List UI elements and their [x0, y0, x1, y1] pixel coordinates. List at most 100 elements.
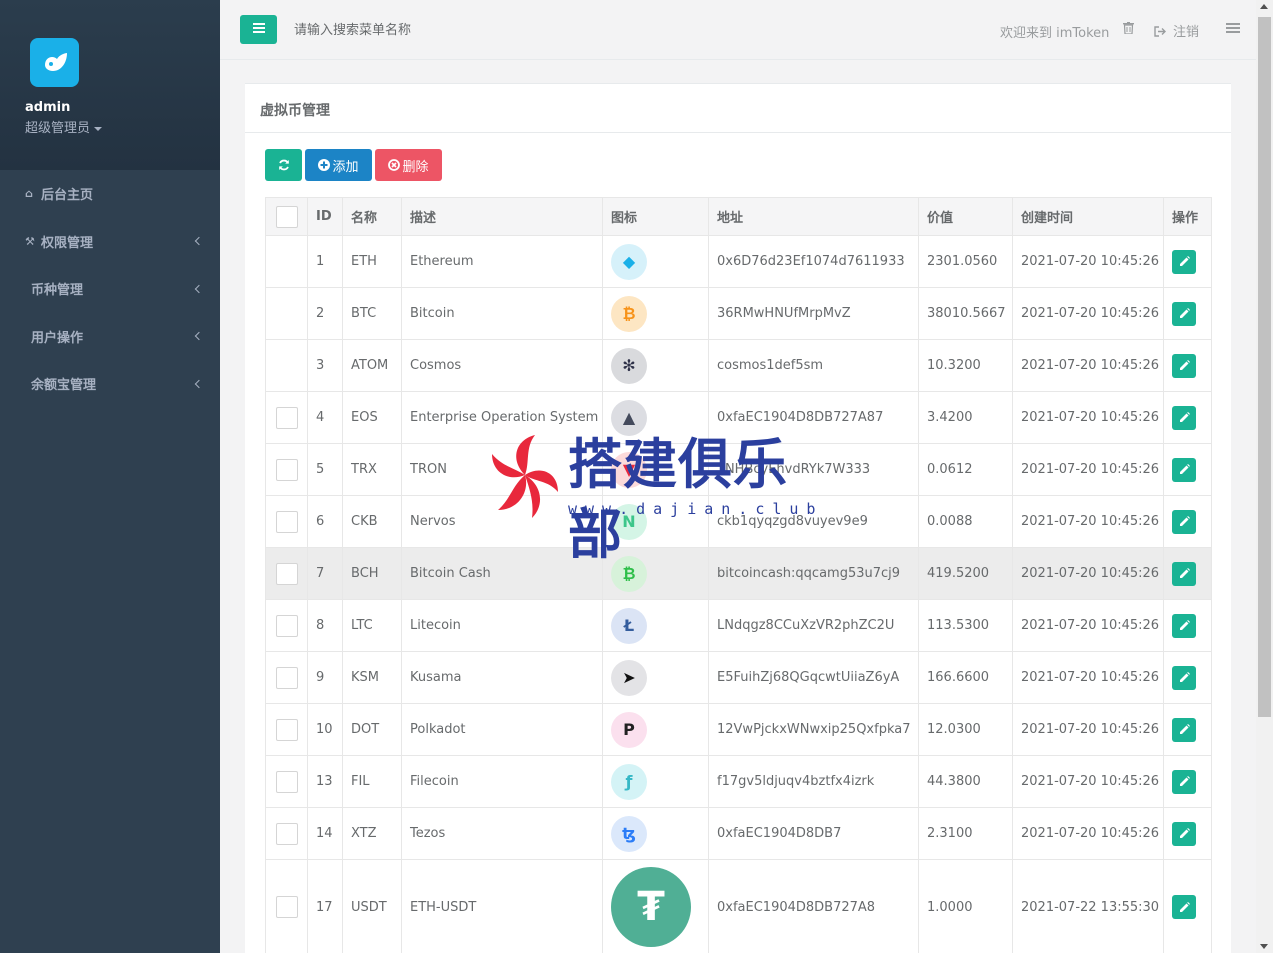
- cell-description: Bitcoin: [401, 287, 603, 340]
- scroll-thumb[interactable]: [1258, 17, 1271, 717]
- menu-icon: [252, 22, 265, 37]
- cell-value: 2.3100: [918, 807, 1013, 860]
- table-row[interactable]: 7 BCH Bitcoin Cash ₿ bitcoincash:qqcamg53u7c…: [265, 547, 1212, 600]
- table-row[interactable]: 1 ETH Ethereum ◆ 0x6D76d23Ef1074d7611933 2301…: [265, 235, 1212, 288]
- table-row[interactable]: 4 EOS Enterprise Operation System ▲ 0xfaEC19…: [265, 391, 1212, 444]
- table-row[interactable]: 9 KSM Kusama ➤ E5FuihZj68QGqcwtUiiaZ6yA 166.6…: [265, 651, 1212, 704]
- table-row[interactable]: 2 BTC Bitcoin ₿ 36RMwHNUfMrpMvZ 38010.5667 202…: [265, 287, 1212, 340]
- add-button[interactable]: 添加: [305, 149, 372, 181]
- sidebar-item-0[interactable]: ⌂ 后台主页: [0, 170, 220, 218]
- column-header-actions: 操作: [1163, 197, 1212, 236]
- edit-button[interactable]: [1172, 353, 1196, 378]
- page-scrollbar[interactable]: [1256, 0, 1273, 953]
- profile-role-dropdown[interactable]: 超级管理员: [25, 117, 220, 136]
- column-header-value[interactable]: 价值: [918, 197, 1013, 236]
- plus-circle-icon: [318, 159, 331, 171]
- cell-id: 4: [307, 391, 343, 444]
- cell-description: Litecoin: [401, 599, 603, 652]
- column-header-id[interactable]: ID: [307, 197, 343, 236]
- table-row[interactable]: 3 ATOM Cosmos ✻ cosmos1def5sm 10.3200 2021-07-…: [265, 339, 1212, 392]
- table-row[interactable]: 5 TRX TRON ▼ TNHBcyEhvdRYk7W333 0.0612 2021-07…: [265, 443, 1212, 496]
- table-row[interactable]: 17 USDT ETH-USDT ₮ 0xfaEC1904D8DB727A8 1.0000…: [265, 859, 1212, 953]
- trx-coin-icon: ▼: [611, 451, 647, 488]
- table-body: 1 ETH Ethereum ◆ 0x6D76d23Ef1074d7611933 2301…: [265, 235, 1212, 953]
- edit-button[interactable]: [1172, 665, 1196, 690]
- menu-toggle-button[interactable]: [240, 15, 277, 44]
- edit-button[interactable]: [1172, 509, 1196, 534]
- row-checkbox[interactable]: [275, 770, 298, 793]
- cell-value: 113.5300: [918, 599, 1013, 652]
- edit-button[interactable]: [1172, 821, 1196, 846]
- row-select-cell: [265, 391, 308, 444]
- edit-button[interactable]: [1172, 457, 1196, 482]
- cell-icon: ƒ: [602, 755, 709, 808]
- delete-button[interactable]: 删除: [375, 149, 442, 181]
- select-all-checkbox[interactable]: [275, 205, 298, 228]
- row-checkbox[interactable]: [275, 614, 298, 637]
- cell-icon: ₿: [602, 287, 709, 340]
- profile-header: admin 超级管理员: [0, 0, 220, 170]
- sidebar-item-4[interactable]: 余额宝管理: [0, 360, 220, 408]
- cell-name: USDT: [342, 859, 402, 953]
- table-row[interactable]: 14 XTZ Tezos ꜩ 0xfaEC1904D8DB7 2.3100 2021-07-…: [265, 807, 1212, 860]
- cell-created-time: 2021-07-20 10:45:26: [1012, 443, 1164, 496]
- table-row[interactable]: 8 LTC Litecoin Ł LNdqgz8CCuXzVR2phZC2U 113.53…: [265, 599, 1212, 652]
- column-header-created-time[interactable]: 创建时间: [1012, 197, 1164, 236]
- sidebar-item-1[interactable]: ⚒ 权限管理: [0, 218, 220, 266]
- chevron-left-icon: [194, 284, 204, 293]
- row-checkbox[interactable]: [275, 666, 298, 689]
- row-checkbox[interactable]: [275, 458, 298, 481]
- table-row[interactable]: 10 DOT Polkadot P 12VwPjckxWNwxip25Qxfpka7 12…: [265, 703, 1212, 756]
- clear-cache-button[interactable]: [1123, 22, 1134, 38]
- btc-coin-icon: ₿: [611, 295, 647, 332]
- edit-button[interactable]: [1172, 895, 1196, 919]
- row-checkbox[interactable]: [275, 510, 298, 533]
- row-select-cell: [265, 235, 308, 288]
- column-header-address[interactable]: 地址: [708, 197, 919, 236]
- logout-link[interactable]: 注销: [1154, 21, 1199, 40]
- row-select-cell: [265, 547, 308, 600]
- edit-button[interactable]: [1172, 613, 1196, 638]
- edit-button[interactable]: [1172, 301, 1196, 326]
- row-checkbox[interactable]: [275, 822, 298, 845]
- column-header-icon[interactable]: 图标: [602, 197, 709, 236]
- scroll-down-arrow-icon[interactable]: [1260, 944, 1268, 949]
- row-checkbox[interactable]: [275, 562, 298, 585]
- table-row[interactable]: 6 CKB Nervos Nckb1qyqzgd8vuyev9e9 0.0088 2021…: [265, 495, 1212, 548]
- cell-actions: [1163, 859, 1212, 953]
- cell-id: 17: [307, 859, 343, 953]
- cell-address: 0x6D76d23Ef1074d7611933: [708, 235, 919, 288]
- edit-button[interactable]: [1172, 249, 1196, 274]
- caret-down-icon: [94, 126, 103, 131]
- row-checkbox[interactable]: [275, 406, 298, 429]
- cell-icon: ◆: [602, 235, 709, 288]
- welcome-text: 欢迎来到 imToken: [1000, 26, 1110, 41]
- right-sidebar-toggle[interactable]: [1226, 23, 1240, 35]
- atom-coin-icon: ✻: [611, 347, 647, 384]
- column-header-name[interactable]: 名称: [342, 197, 402, 236]
- edit-button[interactable]: [1172, 405, 1196, 430]
- row-checkbox[interactable]: [275, 896, 298, 918]
- refresh-button[interactable]: [265, 149, 302, 181]
- cell-description: TRON: [401, 443, 603, 496]
- cell-address: 0xfaEC1904D8DB7: [708, 807, 919, 860]
- cell-actions: [1163, 599, 1212, 652]
- app-logo[interactable]: [30, 38, 79, 87]
- cell-icon: ➤: [602, 651, 709, 704]
- sidebar-item-2[interactable]: 币种管理: [0, 265, 220, 313]
- cell-id: 5: [307, 443, 343, 496]
- cell-name: EOS: [342, 391, 402, 444]
- table-row[interactable]: 13 FIL Filecoin ƒ f17gv5ldjuqv4bztfx4izrk 44.…: [265, 755, 1212, 808]
- menu-search-input[interactable]: [294, 20, 594, 40]
- cell-value: 0.0612: [918, 443, 1013, 496]
- column-header-description[interactable]: 描述: [401, 197, 603, 236]
- cell-address: 0xfaEC1904D8DB727A87: [708, 391, 919, 444]
- ckb-coin-icon: N: [611, 503, 647, 540]
- sidebar-item-3[interactable]: 用户操作: [0, 313, 220, 361]
- edit-button[interactable]: [1172, 561, 1196, 586]
- wrench-icon: ⚒: [25, 234, 35, 248]
- edit-button[interactable]: [1172, 769, 1196, 794]
- edit-button[interactable]: [1172, 717, 1196, 742]
- row-checkbox[interactable]: [275, 718, 298, 741]
- scroll-up-arrow-icon[interactable]: [1260, 4, 1268, 9]
